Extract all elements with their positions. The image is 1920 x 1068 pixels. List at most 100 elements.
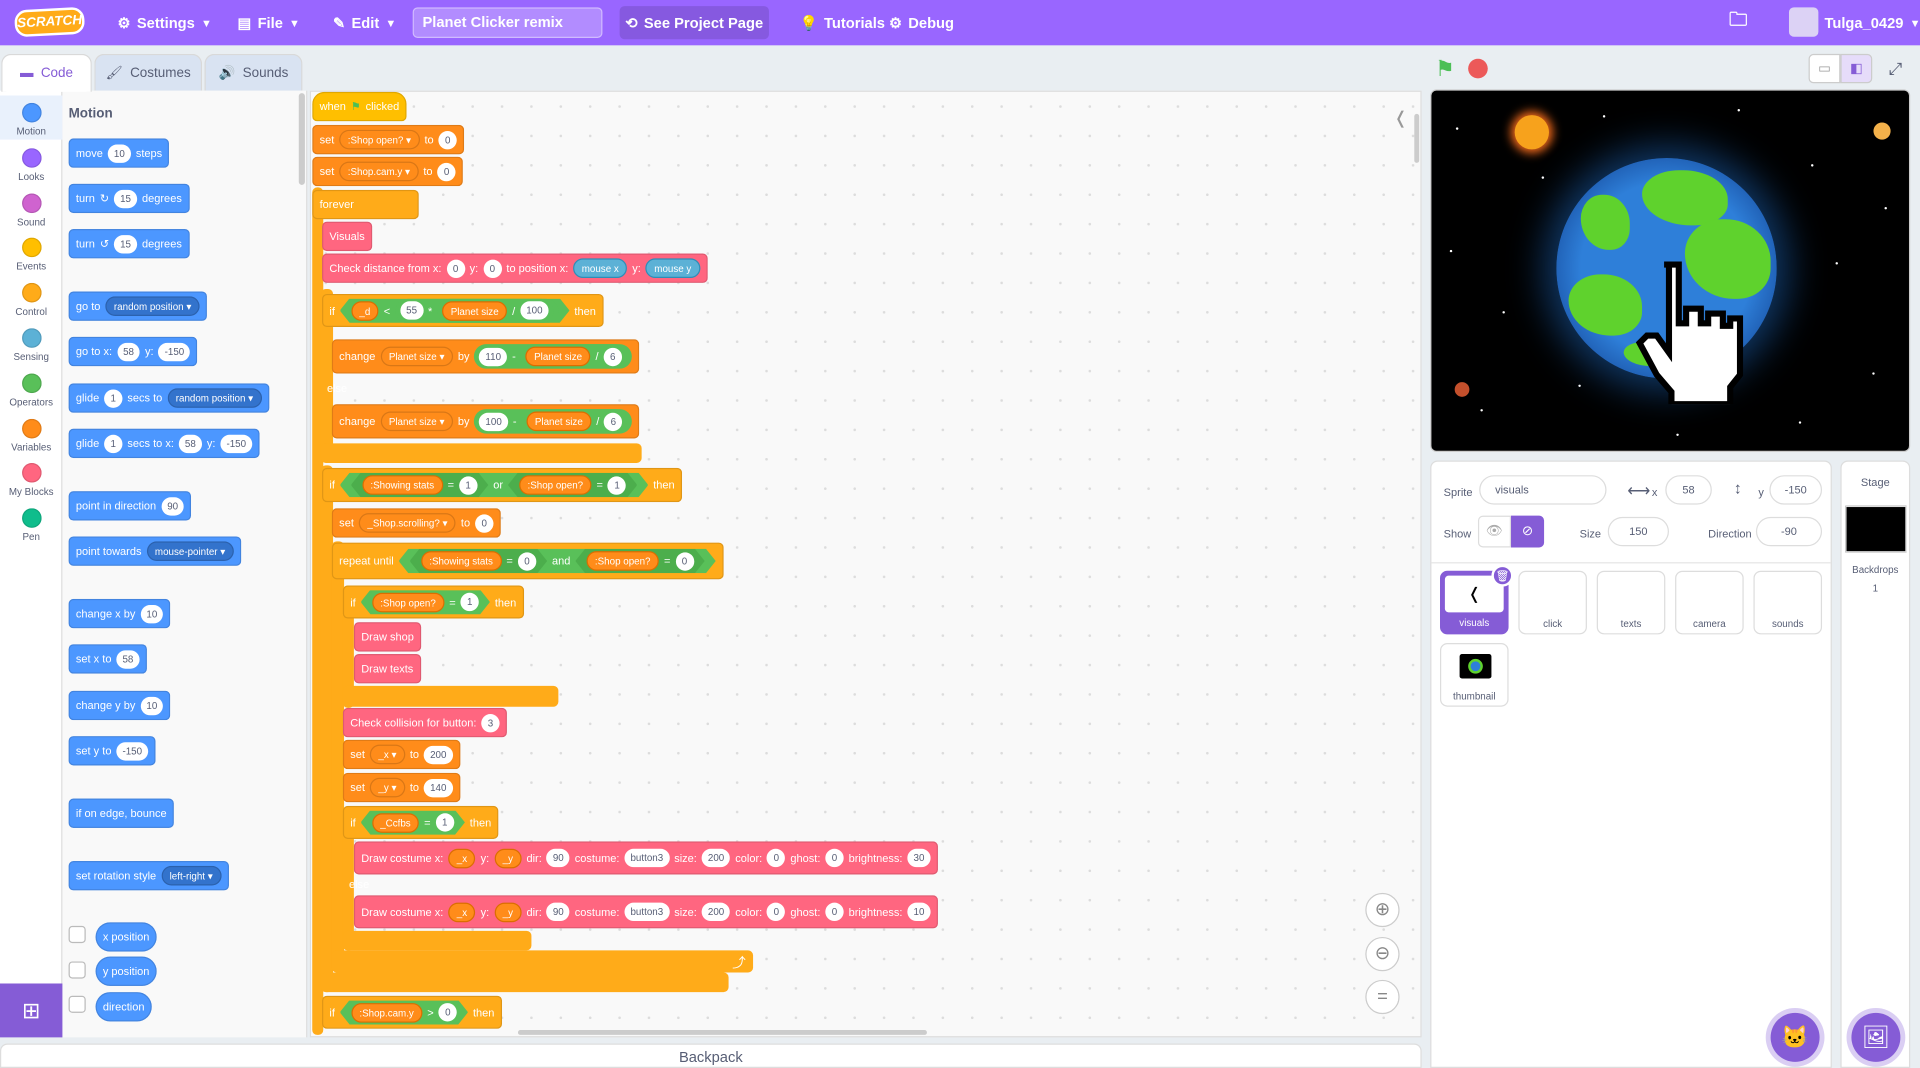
number-input[interactable]: 10 xyxy=(140,696,164,715)
zoom-reset-button[interactable]: = xyxy=(1365,979,1400,1015)
visuals-call-block[interactable]: Visuals xyxy=(322,221,373,252)
equals-condition[interactable]: :Showing stats = 1 xyxy=(351,473,489,497)
category-operators[interactable]: Operators xyxy=(0,366,62,410)
greater-than-condition[interactable]: :Shop.cam.y >0 xyxy=(340,1000,468,1024)
hide-sprite-button[interactable]: ⊘ xyxy=(1511,515,1545,548)
category-sound[interactable]: Sound xyxy=(0,186,62,230)
settings-menu[interactable]: ⚙ Settings ▼ xyxy=(118,0,212,45)
value-input[interactable]: 110 xyxy=(479,347,508,366)
variable-reporter[interactable]: :Shop open? xyxy=(586,551,659,571)
value-input[interactable]: 55 xyxy=(400,301,423,319)
variable-reporter[interactable]: _d xyxy=(351,301,379,321)
sprite-thumb-thumbnail[interactable]: thumbnail xyxy=(1440,643,1509,707)
variable-reporter[interactable]: Planet size xyxy=(442,301,507,321)
glide-to-xy-block[interactable]: glide 1 secs to x: 58 y: -150 xyxy=(68,428,260,459)
equals-condition[interactable]: :Showing stats = 0 xyxy=(410,549,548,573)
value-input[interactable]: button3 xyxy=(624,902,670,922)
draw-texts-block[interactable]: Draw texts xyxy=(353,654,421,684)
category-motion[interactable]: Motion xyxy=(0,95,63,140)
scratch-logo[interactable]: SCRATCH xyxy=(14,6,86,38)
variable-dropdown[interactable]: _x ▾ xyxy=(369,744,405,765)
tutorials-button[interactable]: 💡 Tutorials xyxy=(800,0,885,45)
category-events[interactable]: Events xyxy=(0,231,62,275)
value-input[interactable]: 0 xyxy=(475,513,494,533)
variable-reporter[interactable]: :Shop.cam.y xyxy=(351,1002,423,1022)
account-menu[interactable]: Tulga_0429 ▼ xyxy=(1824,0,1920,45)
sprite-thumb-click[interactable]: click xyxy=(1518,570,1587,635)
value-input[interactable]: 0 xyxy=(767,902,786,922)
x-position-checkbox[interactable] xyxy=(68,925,86,944)
draw-costume-block[interactable]: Draw costume x: _x y: _y dir: 90 costume: butto… xyxy=(353,895,938,929)
check-collision-block[interactable]: Check collision for button: 3 xyxy=(342,707,508,738)
y-input[interactable]: -150 xyxy=(1769,475,1823,505)
mouse-pointer-dropdown[interactable]: mouse-pointer ▾ xyxy=(146,541,234,561)
forever-block[interactable]: forever xyxy=(312,189,419,220)
direction-checkbox[interactable] xyxy=(68,995,86,1013)
variable-reporter[interactable]: :Showing stats xyxy=(421,551,502,571)
category-looks[interactable]: Looks xyxy=(0,141,62,185)
subtract-operator[interactable]: 110- Planet size / 6 xyxy=(474,344,632,369)
random-position-dropdown[interactable]: random position ▾ xyxy=(105,296,200,316)
random-position-dropdown[interactable]: random position ▾ xyxy=(167,388,262,408)
number-input[interactable]: -150 xyxy=(116,741,149,760)
number-input[interactable]: -150 xyxy=(158,342,191,361)
draw-costume-block[interactable]: Draw costume x: _x y: _y dir: 90 costume: butto… xyxy=(353,841,938,875)
if-distance-block[interactable]: if _d <55 * Planet size / 100 then xyxy=(322,293,604,328)
and-condition[interactable]: :Showing stats = 0 and:Shop open? = 0 xyxy=(399,549,716,573)
or-condition[interactable]: :Showing stats = 1 or:Shop open? = 1 xyxy=(340,473,649,497)
set-shop-cam-y-block[interactable]: set:Shop.cam.y ▾ to 0 xyxy=(312,156,464,187)
green-flag-button[interactable]: ⚑ xyxy=(1435,56,1455,82)
value-input[interactable]: 6 xyxy=(604,412,623,431)
value-input[interactable]: 10 xyxy=(907,902,931,922)
number-input[interactable]: 10 xyxy=(140,604,164,623)
change-y-block[interactable]: change y by 10 xyxy=(68,690,171,721)
set-y-var-block[interactable]: set _y ▾ to 140 xyxy=(342,772,460,803)
point-in-direction-block[interactable]: point in direction 90 xyxy=(68,491,192,521)
tab-code[interactable]: ▬ Code xyxy=(1,53,92,92)
repeat-until-block[interactable]: repeat until:Showing stats = 0 and:Shop ope… xyxy=(331,542,724,580)
folder-icon[interactable]: 🗀 xyxy=(1729,0,1747,45)
equals-condition[interactable]: :Shop open? = 1 xyxy=(508,473,637,497)
go-to-block[interactable]: go to random position ▾ xyxy=(68,291,208,321)
change-planet-size-block[interactable]: change Planet size ▾ by 110- Planet size/6 xyxy=(331,339,640,374)
delete-sprite-icon[interactable]: 🗑 xyxy=(1491,564,1514,587)
debug-button[interactable]: ⚙ Debug xyxy=(889,0,954,45)
avatar[interactable] xyxy=(1788,7,1819,37)
y-position-reporter[interactable]: y position xyxy=(95,956,157,986)
x-position-reporter[interactable]: x position xyxy=(95,922,157,952)
value-input[interactable]: 1 xyxy=(461,593,479,611)
rotation-style-dropdown[interactable]: left-right ▾ xyxy=(161,865,222,886)
move-steps-block[interactable]: move 10 steps xyxy=(68,138,170,168)
if-ccfbs-block[interactable]: if _Ccfbs = 1 then xyxy=(342,805,499,839)
sprite-thumb-camera[interactable]: camera xyxy=(1675,570,1744,635)
value-input[interactable]: 3 xyxy=(481,713,500,732)
number-input[interactable]: 90 xyxy=(161,496,185,516)
zoom-in-button[interactable]: ⊕ xyxy=(1365,892,1400,928)
set-x-var-block[interactable]: set _x ▾ to 200 xyxy=(342,739,460,770)
y-position-checkbox[interactable] xyxy=(68,961,86,979)
edit-menu[interactable]: ✎ Edit ▼ xyxy=(333,0,396,45)
number-input[interactable]: 58 xyxy=(178,434,202,453)
if-shop-open-block[interactable]: if:Shop open? = 1 then xyxy=(342,585,524,619)
equals-condition[interactable]: _Ccfbs = 1 xyxy=(361,810,465,834)
change-planet-size-block[interactable]: change Planet size ▾ by 100- Planet size/6 xyxy=(331,404,640,439)
number-input[interactable]: -150 xyxy=(220,434,253,453)
equals-condition[interactable]: :Shop open? = 1 xyxy=(361,590,490,614)
x-input[interactable]: 58 xyxy=(1665,475,1712,505)
category-variables[interactable]: Variables xyxy=(0,411,62,455)
value-input[interactable]: 200 xyxy=(701,902,731,922)
show-visible-button[interactable]: 👁 xyxy=(1477,515,1512,548)
divide-operator[interactable]: Planet size / 6 xyxy=(521,409,628,434)
variable-reporter[interactable]: :Shop open? xyxy=(519,475,592,495)
value-input[interactable]: 0 xyxy=(437,162,456,181)
backpack-bar[interactable]: Backpack xyxy=(0,1043,1422,1068)
value-input[interactable]: 0 xyxy=(446,259,465,278)
value-input[interactable]: 90 xyxy=(546,848,570,868)
point-towards-block[interactable]: point towards mouse-pointer ▾ xyxy=(68,536,242,566)
add-extension-button[interactable]: ⊞ xyxy=(0,983,63,1038)
add-sprite-icon[interactable]: 🐱 xyxy=(1770,1012,1820,1062)
turn-right-block[interactable]: turn ↻ 15 degrees xyxy=(68,183,190,214)
variable-dropdown[interactable]: _Shop.scrolling? ▾ xyxy=(358,513,457,533)
subtract-operator[interactable]: 100- Planet size / 6 xyxy=(474,409,633,434)
value-input[interactable]: 0 xyxy=(439,1003,457,1021)
